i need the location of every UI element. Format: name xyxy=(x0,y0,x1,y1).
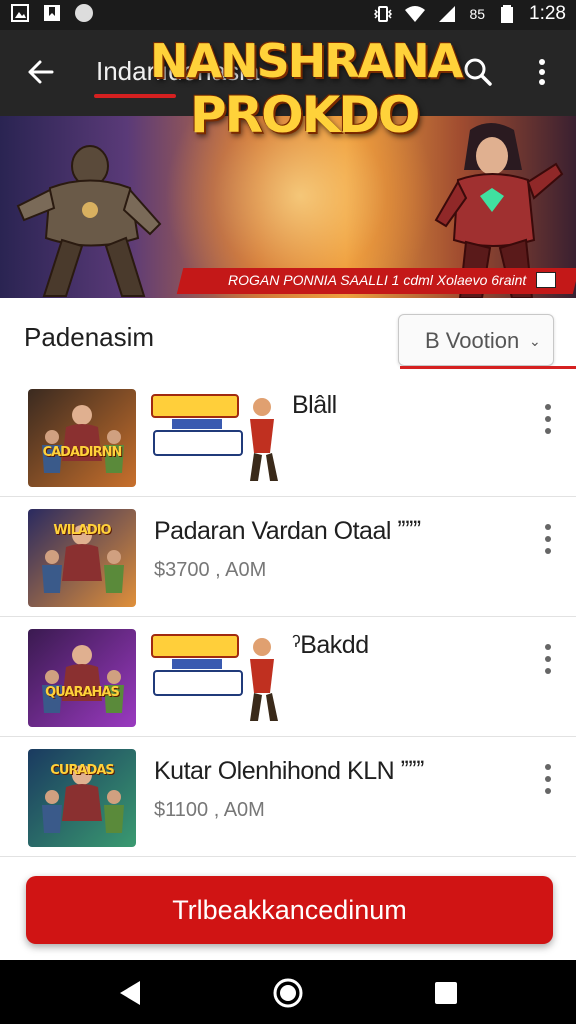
item-price: $3700 , A0M xyxy=(154,559,267,581)
circle-icon xyxy=(75,4,93,22)
chevron-down-icon: ⌄ xyxy=(529,333,541,349)
list-item[interactable]: CADADIRNN Blâll xyxy=(0,377,576,497)
thumbnail-title: CADADIRNN xyxy=(42,445,123,460)
home-circle-icon[interactable] xyxy=(272,977,304,1009)
battery-icon xyxy=(501,5,514,23)
list-item[interactable]: CURADAS Kutar Olenhihond KLN ˮˮˮ $1100 , A… xyxy=(0,737,576,857)
item-title: Padaran Vardan Otaal ˮˮˮ xyxy=(154,517,421,545)
game-logo-icon xyxy=(151,634,278,721)
back-arrow-icon[interactable] xyxy=(22,52,62,92)
item-more-icon[interactable] xyxy=(538,761,558,797)
sort-dropdown[interactable]: B Vootion ⌄ xyxy=(398,314,554,366)
bookmark-icon xyxy=(44,5,60,21)
item-price: $1100 , A0M xyxy=(154,799,265,821)
item-more-icon[interactable] xyxy=(538,401,558,437)
photo-icon xyxy=(11,4,29,22)
list-item[interactable]: QUARAHAS ˀBakdd xyxy=(0,617,576,737)
character-art-icon xyxy=(42,405,124,473)
item-title: ˀBakdd xyxy=(292,631,369,659)
game-thumbnail[interactable]: CADADIRNN xyxy=(28,389,136,487)
search-icon[interactable] xyxy=(458,52,498,92)
armored-warrior-icon xyxy=(16,145,162,297)
item-title: Kutar Olenhihond KLN ˮˮˮ xyxy=(154,757,425,785)
status-bar: 85 1:28 xyxy=(0,0,576,30)
recent-square-icon[interactable] xyxy=(432,979,460,1007)
item-more-icon[interactable] xyxy=(538,521,558,557)
banner-subtitle: PROKDO xyxy=(190,86,420,144)
item-title: Blâll xyxy=(292,391,337,419)
battery-text: 85 xyxy=(469,6,486,22)
banner-title: NANSHRANA xyxy=(150,34,463,88)
sort-dropdown-label: B Vootion xyxy=(425,328,520,353)
section-title: Padenasim xyxy=(24,322,155,352)
thumbnail-title: QUARAHAS xyxy=(45,685,120,700)
primary-action-button[interactable]: Trlbeakkancedinum xyxy=(26,876,553,944)
item-more-icon[interactable] xyxy=(538,641,558,677)
back-triangle-icon[interactable] xyxy=(116,978,146,1008)
banner-strip-text: ROGAN PONNIA SAALLI 1 cdml Xolaevo 6rain… xyxy=(228,272,527,288)
signal-icon xyxy=(439,6,456,22)
flag-icon xyxy=(536,272,556,288)
primary-action-label: Trlbeakkancedinum xyxy=(172,895,407,925)
title-underline xyxy=(94,94,176,98)
game-thumbnail[interactable]: WILADIO xyxy=(28,509,136,607)
thumbnail-title: CURADAS xyxy=(50,763,114,778)
thumbnail-title: WILADIO xyxy=(53,523,111,538)
character-art-icon xyxy=(42,645,124,713)
clock-time: 1:28 xyxy=(529,3,566,24)
game-logo-icon xyxy=(151,394,278,481)
game-thumbnail[interactable]: QUARAHAS xyxy=(28,629,136,727)
system-nav-bar xyxy=(0,960,576,1024)
wifi-icon xyxy=(405,6,426,22)
list-item[interactable]: WILADIO Padaran Vardan Otaal ˮˮˮ $3700 , A… xyxy=(0,497,576,617)
more-vert-icon[interactable] xyxy=(522,52,562,92)
vibrate-icon xyxy=(374,6,393,22)
sort-underline xyxy=(400,366,576,369)
game-thumbnail[interactable]: CURADAS xyxy=(28,749,136,847)
